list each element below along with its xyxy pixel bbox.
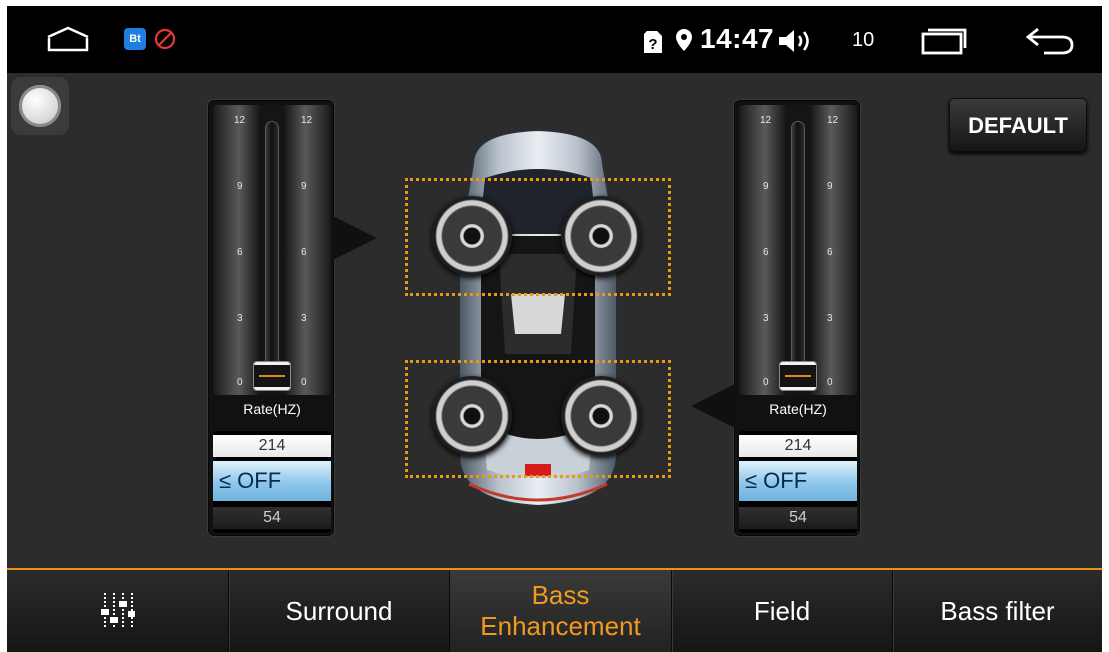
equalizer-icon xyxy=(100,593,135,629)
front-left-speaker-icon xyxy=(432,196,512,276)
location-icon xyxy=(676,29,692,51)
tick-label: 6 xyxy=(237,247,243,258)
recents-icon[interactable] xyxy=(920,26,968,56)
rear-bass-panel: 12 12 9 9 6 6 3 3 0 0 Rate(HZ) 214 ≤ OFF… xyxy=(734,100,860,536)
rear-level-thumb[interactable] xyxy=(779,361,817,391)
tick-label: 3 xyxy=(301,313,307,324)
tick-label: 12 xyxy=(760,115,772,126)
home-icon[interactable] xyxy=(45,26,91,52)
front-level-scale: 12 12 9 9 6 6 3 3 0 0 xyxy=(213,105,331,395)
tab-label-line2: Enhancement xyxy=(480,611,641,641)
rear-frequency-picker[interactable]: 214 ≤ OFF 54 xyxy=(739,431,857,533)
svg-text:?: ? xyxy=(648,36,657,53)
tick-label: 3 xyxy=(237,313,243,324)
front-zone-pointer xyxy=(333,216,377,260)
picker-option-selected[interactable]: ≤ OFF xyxy=(213,461,331,501)
volume-icon[interactable] xyxy=(777,28,817,54)
volume-level: 10 xyxy=(852,29,875,51)
tick-label: 9 xyxy=(301,181,307,192)
tick-label: 9 xyxy=(237,181,243,192)
tick-label: 0 xyxy=(763,377,769,388)
rate-label: Rate(HZ) xyxy=(769,401,827,417)
rear-level-scale: 12 12 9 9 6 6 3 3 0 0 xyxy=(739,105,857,395)
level-track[interactable] xyxy=(265,121,279,389)
picker-option-selected[interactable]: ≤ OFF xyxy=(739,461,857,501)
audio-settings-screen: Bt ? 14:47 10 DEFAULT 12 12 9 9 6 6 3 3 … xyxy=(7,6,1102,652)
picker-option-above[interactable]: 214 xyxy=(213,435,331,457)
blocked-icon xyxy=(154,28,176,50)
back-icon[interactable] xyxy=(1024,26,1076,56)
picker-option-below[interactable]: 54 xyxy=(739,507,857,529)
tab-bass-enhancement[interactable]: Bass Enhancement xyxy=(450,570,672,652)
tick-label: 12 xyxy=(234,115,246,126)
clock: 14:47 xyxy=(700,23,775,54)
tick-label: 0 xyxy=(237,377,243,388)
tick-label: 0 xyxy=(301,377,307,388)
tab-surround[interactable]: Surround xyxy=(229,570,450,652)
picker-option-below[interactable]: 54 xyxy=(213,507,331,529)
front-bass-panel: 12 12 9 9 6 6 3 3 0 0 Rate(HZ) 214 ≤ OFF… xyxy=(208,100,334,536)
tick-label: 6 xyxy=(827,247,833,258)
assist-knob-icon xyxy=(19,85,61,127)
sim-alert-icon: ? xyxy=(644,31,662,53)
front-right-speaker-icon xyxy=(561,196,641,276)
floating-assist-button[interactable] xyxy=(11,77,69,135)
tick-label: 6 xyxy=(301,247,307,258)
rear-right-speaker-icon xyxy=(561,376,641,456)
tick-label: 3 xyxy=(827,313,833,324)
level-track[interactable] xyxy=(791,121,805,389)
tick-label: 9 xyxy=(827,181,833,192)
rear-zone-pointer xyxy=(691,384,735,428)
audio-tab-bar: Surround Bass Enhancement Field Bass fil… xyxy=(7,568,1102,652)
front-frequency-picker[interactable]: 214 ≤ OFF 54 xyxy=(213,431,331,533)
tick-label: 0 xyxy=(827,377,833,388)
tab-label-line1: Bass xyxy=(531,580,590,611)
rear-left-speaker-icon xyxy=(432,376,512,456)
default-button[interactable]: DEFAULT xyxy=(949,98,1087,152)
picker-option-above[interactable]: 214 xyxy=(739,435,857,457)
tab-field[interactable]: Field xyxy=(672,570,893,652)
tick-label: 9 xyxy=(763,181,769,192)
status-bar: Bt ? 14:47 10 xyxy=(7,6,1102,73)
tab-bass-filter[interactable]: Bass filter xyxy=(893,570,1102,652)
tick-label: 6 xyxy=(763,247,769,258)
tick-label: 12 xyxy=(301,115,313,126)
tick-label: 12 xyxy=(827,115,839,126)
app-icon[interactable]: Bt xyxy=(124,28,146,50)
tick-label: 3 xyxy=(763,313,769,324)
tab-equalizer[interactable] xyxy=(7,570,229,652)
rate-label: Rate(HZ) xyxy=(243,401,301,417)
front-level-thumb[interactable] xyxy=(253,361,291,391)
